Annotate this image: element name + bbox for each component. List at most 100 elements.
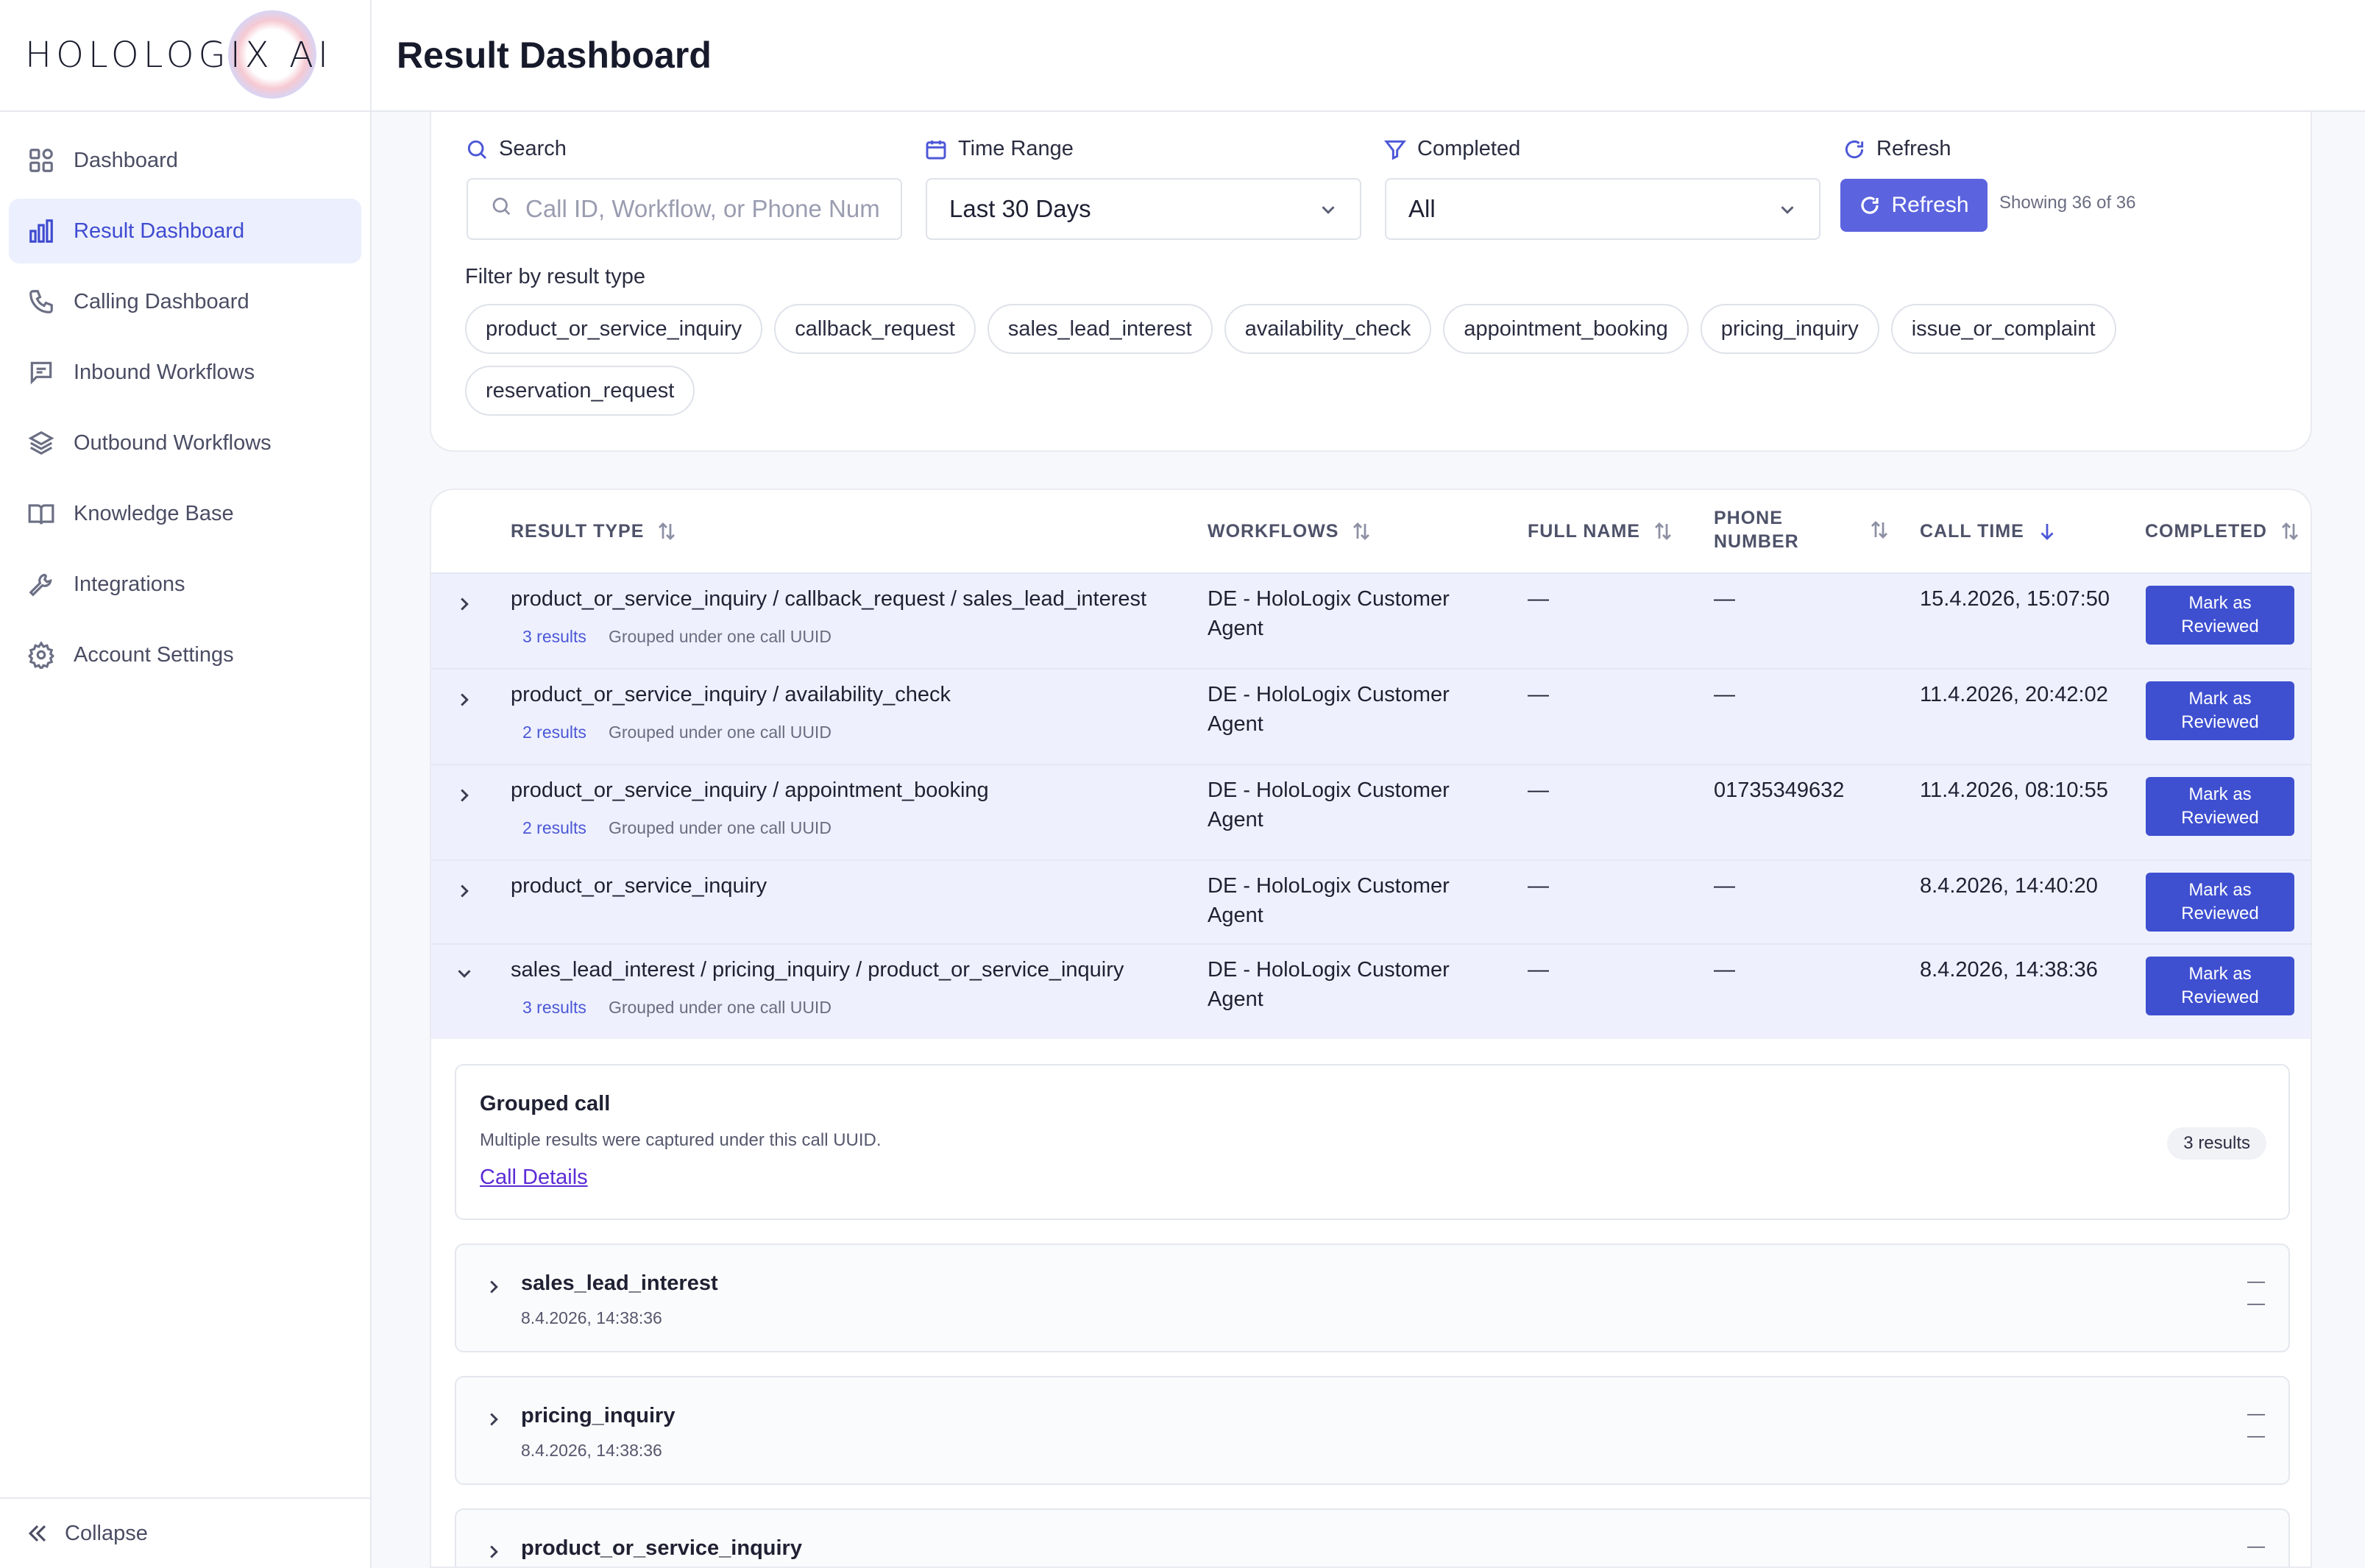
- result-item-time: 8.4.2026, 14:38:36: [521, 1441, 662, 1460]
- table-row[interactable]: product_or_service_inquiry DE - HoloLogi…: [431, 859, 2311, 943]
- time-range-select[interactable]: Last 30 Days: [926, 178, 1361, 240]
- full-name-cell: —: [1528, 587, 1549, 611]
- results-table: RESULT TYPE WORKFLOWS FULL NAME PHONE NU…: [430, 489, 2312, 1568]
- search-input[interactable]: [525, 195, 879, 223]
- chevron-down-icon: [1776, 199, 1798, 227]
- sidebar-item-inbound-workflows[interactable]: Inbound Workflows: [9, 340, 361, 405]
- sidebar-item-account-settings[interactable]: Account Settings: [9, 622, 361, 687]
- collapse-label: Collapse: [65, 1521, 148, 1545]
- chevron-right-icon[interactable]: [453, 880, 475, 906]
- sidebar-item-knowledge-base[interactable]: Knowledge Base: [9, 481, 361, 546]
- call-time-cell: 8.4.2026, 14:38:36: [1920, 958, 2098, 982]
- search-icon: [467, 140, 487, 159]
- completed-label: Completed: [1383, 137, 1520, 161]
- column-header-phone-number[interactable]: PHONE NUMBER: [1714, 506, 1890, 553]
- mark-reviewed-button[interactable]: Mark as Reviewed: [2146, 873, 2294, 932]
- result-type-cell: product_or_service_inquiry / callback_re…: [511, 587, 1147, 611]
- grouped-call-panel: Grouped call Multiple results were captu…: [455, 1064, 2290, 1220]
- result-type-cell: product_or_service_inquiry / availabilit…: [511, 683, 951, 706]
- mark-reviewed-button[interactable]: Mark as Reviewed: [2146, 681, 2294, 740]
- full-name-cell: —: [1528, 874, 1549, 898]
- table-row-expanded[interactable]: sales_lead_interest / pricing_inquiry / …: [431, 943, 2311, 1039]
- chip-availability-check[interactable]: availability_check: [1224, 304, 1432, 354]
- sidebar-nav: Dashboard Result Dashboard Calling Dashb…: [0, 112, 370, 687]
- chip-product-or-service-inquiry[interactable]: product_or_service_inquiry: [465, 304, 763, 354]
- column-header-full-name[interactable]: FULL NAME: [1528, 519, 1674, 543]
- group-note: 3 results Grouped under one call UUID: [522, 998, 832, 1017]
- sidebar-item-label: Account Settings: [74, 642, 234, 667]
- sidebar-item-result-dashboard[interactable]: Result Dashboard: [9, 199, 361, 263]
- sort-icon: [1655, 522, 1671, 540]
- chevron-right-icon[interactable]: [453, 689, 475, 714]
- call-details-link[interactable]: Call Details: [480, 1166, 588, 1190]
- grouped-call-description: Multiple results were captured under thi…: [480, 1130, 882, 1150]
- time-range-value: Last 30 Days: [949, 195, 1091, 222]
- collapse-button[interactable]: Collapse: [0, 1497, 370, 1568]
- mark-reviewed-button[interactable]: Mark as Reviewed: [2146, 586, 2294, 645]
- result-item-name: sales_lead_interest: [521, 1271, 718, 1295]
- chip-reservation-request[interactable]: reservation_request: [465, 366, 695, 416]
- chevron-right-icon[interactable]: [483, 1541, 505, 1567]
- result-type-cell: sales_lead_interest / pricing_inquiry / …: [511, 958, 1124, 982]
- mark-reviewed-button[interactable]: Mark as Reviewed: [2146, 777, 2294, 836]
- full-name-cell: —: [1528, 958, 1549, 982]
- sidebar-item-dashboard[interactable]: Dashboard: [9, 128, 361, 193]
- workflow-cell: DE - HoloLogix Customer Agent: [1208, 778, 1450, 831]
- chevron-down-icon[interactable]: [453, 962, 475, 988]
- group-note: 2 results Grouped under one call UUID: [522, 818, 832, 837]
- column-header-workflows[interactable]: WORKFLOWS: [1208, 519, 1372, 543]
- phone-cell: —: [1714, 958, 1735, 982]
- search-field[interactable]: [467, 178, 902, 240]
- grid-icon: [26, 146, 56, 175]
- completed-select[interactable]: All: [1385, 178, 1820, 240]
- sort-icon: [1353, 522, 1370, 540]
- page-header: Result Dashboard: [372, 0, 2365, 112]
- result-count-badge: 2 results: [522, 723, 586, 742]
- arrow-down-icon: [2040, 524, 2054, 540]
- gear-icon: [26, 640, 56, 670]
- table-header: RESULT TYPE WORKFLOWS FULL NAME PHONE NU…: [431, 490, 2311, 572]
- sidebar-item-outbound-workflows[interactable]: Outbound Workflows: [9, 411, 361, 475]
- refresh-button[interactable]: Refresh: [1840, 179, 1988, 232]
- chevron-right-icon[interactable]: [453, 784, 475, 810]
- refresh-icon: [1845, 140, 1864, 158]
- table-row[interactable]: product_or_service_inquiry / availabilit…: [431, 668, 2311, 764]
- refresh-label: Refresh: [1843, 137, 1951, 161]
- column-header-call-time[interactable]: CALL TIME: [1920, 519, 2058, 543]
- grouped-result-item[interactable]: product_or_service_inquiry —: [455, 1508, 2290, 1567]
- chip-callback-request[interactable]: callback_request: [774, 304, 976, 354]
- chip-sales-lead-interest[interactable]: sales_lead_interest: [987, 304, 1213, 354]
- grouped-result-item[interactable]: sales_lead_interest 8.4.2026, 14:38:36 —…: [455, 1244, 2290, 1352]
- sidebar-item-integrations[interactable]: Integrations: [9, 552, 361, 617]
- logo-text: HOLOLOGIX AI: [25, 35, 333, 76]
- grouped-result-item[interactable]: pricing_inquiry 8.4.2026, 14:38:36 — —: [455, 1376, 2290, 1485]
- chip-pricing-inquiry[interactable]: pricing_inquiry: [1700, 304, 1879, 354]
- result-count: Showing 36 of 36: [1999, 193, 2136, 213]
- time-range-label: Time Range: [924, 137, 1074, 161]
- page-title: Result Dashboard: [397, 35, 712, 76]
- chip-appointment-booking[interactable]: appointment_booking: [1443, 304, 1689, 354]
- full-name-cell: —: [1528, 683, 1549, 706]
- filter-icon: [1384, 140, 1406, 160]
- filter-by-label: Filter by result type: [465, 265, 645, 288]
- chevron-right-icon[interactable]: [483, 1408, 505, 1434]
- brand-logo[interactable]: HOLOLOGIX AI: [0, 0, 370, 112]
- group-note: 3 results Grouped under one call UUID: [522, 627, 832, 646]
- chevron-right-icon[interactable]: [483, 1276, 505, 1302]
- search-icon: [490, 195, 525, 223]
- column-header-result-type[interactable]: RESULT TYPE: [511, 519, 678, 543]
- mark-reviewed-button[interactable]: Mark as Reviewed: [2146, 957, 2294, 1015]
- chevron-right-icon[interactable]: [453, 593, 475, 619]
- result-item-value: —: [2247, 1404, 2265, 1424]
- sidebar-item-label: Knowledge Base: [74, 501, 234, 525]
- chip-issue-or-complaint[interactable]: issue_or_complaint: [1890, 304, 2116, 354]
- column-header-completed[interactable]: COMPLETED: [2145, 519, 2301, 543]
- group-note: 2 results Grouped under one call UUID: [522, 723, 832, 742]
- result-count-badge: 3 results: [522, 627, 586, 646]
- table-row[interactable]: product_or_service_inquiry / appointment…: [431, 764, 2311, 859]
- result-count-badge: 2 results: [522, 818, 586, 837]
- calendar-icon: [926, 140, 946, 159]
- sidebar-item-label: Result Dashboard: [74, 219, 245, 243]
- table-row[interactable]: product_or_service_inquiry / callback_re…: [431, 572, 2311, 668]
- sidebar-item-calling-dashboard[interactable]: Calling Dashboard: [9, 269, 361, 334]
